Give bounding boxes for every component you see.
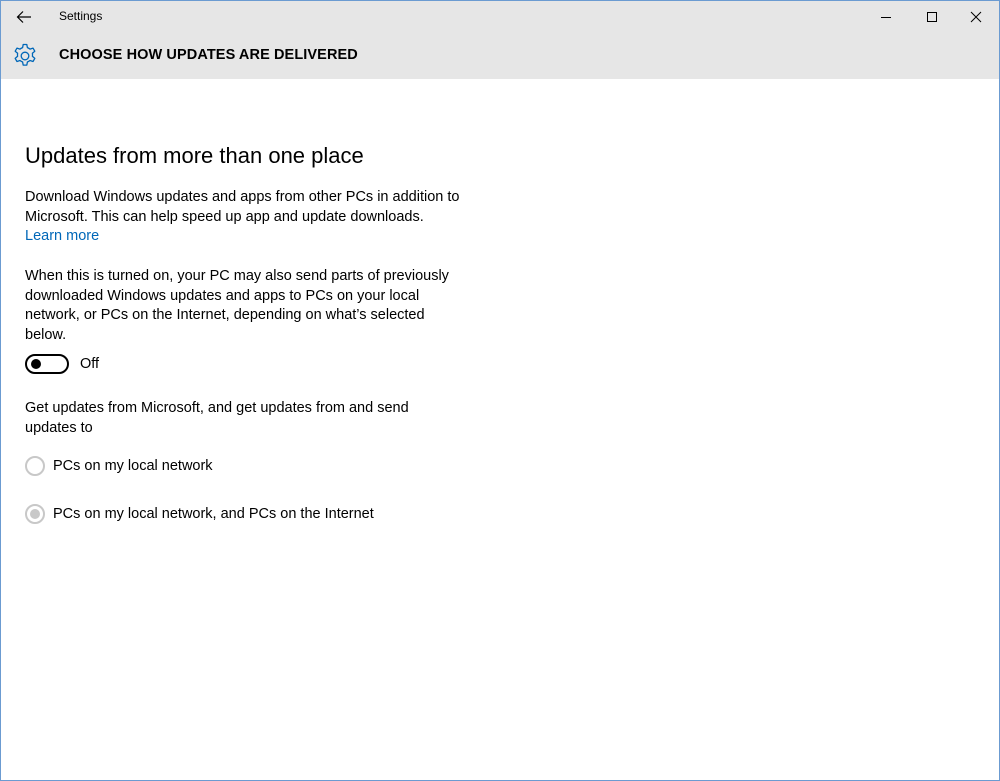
minimize-icon: [881, 17, 891, 18]
maximize-icon: [927, 12, 937, 22]
page-title: CHOOSE HOW UPDATES ARE DELIVERED: [59, 47, 358, 63]
close-icon: [970, 11, 982, 23]
learn-more-link[interactable]: Learn more: [25, 227, 99, 247]
description-text: Download Windows updates and apps from o…: [25, 189, 460, 225]
page-header: CHOOSE HOW UPDATES ARE DELIVERED: [1, 33, 999, 79]
toggle-description-text: When this is turned on, your PC may also…: [25, 268, 449, 343]
close-button[interactable]: [953, 1, 999, 33]
toggle-knob: [31, 359, 41, 369]
radio-option-local-network[interactable]: PCs on my local network: [25, 455, 213, 477]
maximize-button[interactable]: [909, 1, 955, 33]
back-arrow-icon: [16, 11, 31, 23]
settings-window: Settings CHOOSE HOW UPDATES ARE DELIVERE…: [0, 0, 1000, 781]
gear-icon: [14, 43, 36, 66]
radio-label: PCs on my local network, and PCs on the …: [53, 506, 374, 522]
toggle-state-label: Off: [80, 356, 100, 372]
radio-prompt-text: Get updates from Microsoft, and get upda…: [25, 400, 409, 436]
radio-label: PCs on my local network: [53, 458, 213, 474]
radio-button[interactable]: [25, 456, 45, 476]
minimize-button[interactable]: [863, 1, 909, 33]
radio-option-local-and-internet[interactable]: PCs on my local network, and PCs on the …: [25, 503, 374, 525]
app-title: Settings: [59, 9, 103, 23]
radio-button-selected[interactable]: [25, 504, 45, 524]
back-button[interactable]: [7, 2, 41, 32]
delivery-optimization-toggle[interactable]: [25, 354, 69, 374]
title-bar: Settings: [1, 1, 999, 33]
section-title: Updates from more than one place: [25, 143, 364, 168]
radio-selected-dot: [30, 509, 40, 519]
